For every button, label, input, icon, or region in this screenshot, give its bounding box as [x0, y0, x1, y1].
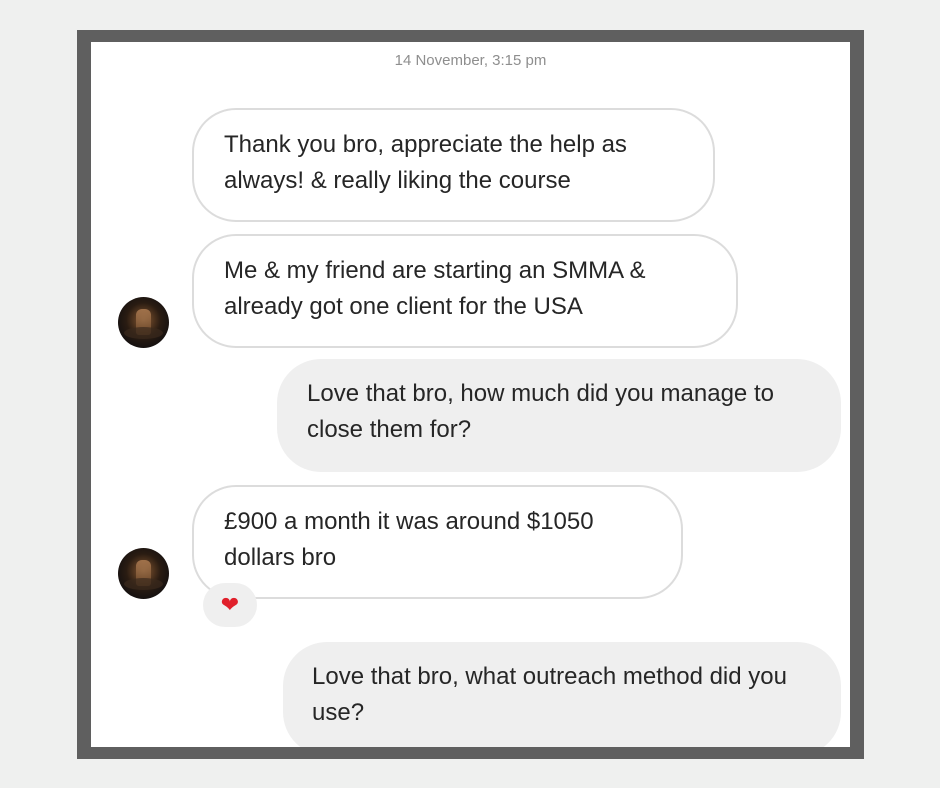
- message-timestamp: 14 November, 3:15 pm: [394, 52, 547, 69]
- sender-avatar[interactable]: [118, 548, 169, 599]
- outgoing-message-bubble[interactable]: Love that bro, how much did you manage t…: [277, 359, 841, 472]
- incoming-message-bubble[interactable]: Me & my friend are starting an SMMA & al…: [192, 234, 738, 348]
- incoming-message-bubble[interactable]: Thank you bro, appreciate the help as al…: [192, 108, 715, 222]
- heart-reaction[interactable]: ❤: [203, 583, 257, 627]
- chat-thread[interactable]: 14 November, 3:15 pm Thank you bro, appr…: [91, 42, 850, 747]
- incoming-message-bubble[interactable]: £900 a month it was around $1050 dollars…: [192, 485, 683, 599]
- outgoing-message-bubble[interactable]: Love that bro, what outreach method did …: [283, 642, 841, 747]
- heart-icon: ❤: [220, 592, 240, 618]
- sender-avatar[interactable]: [118, 297, 169, 348]
